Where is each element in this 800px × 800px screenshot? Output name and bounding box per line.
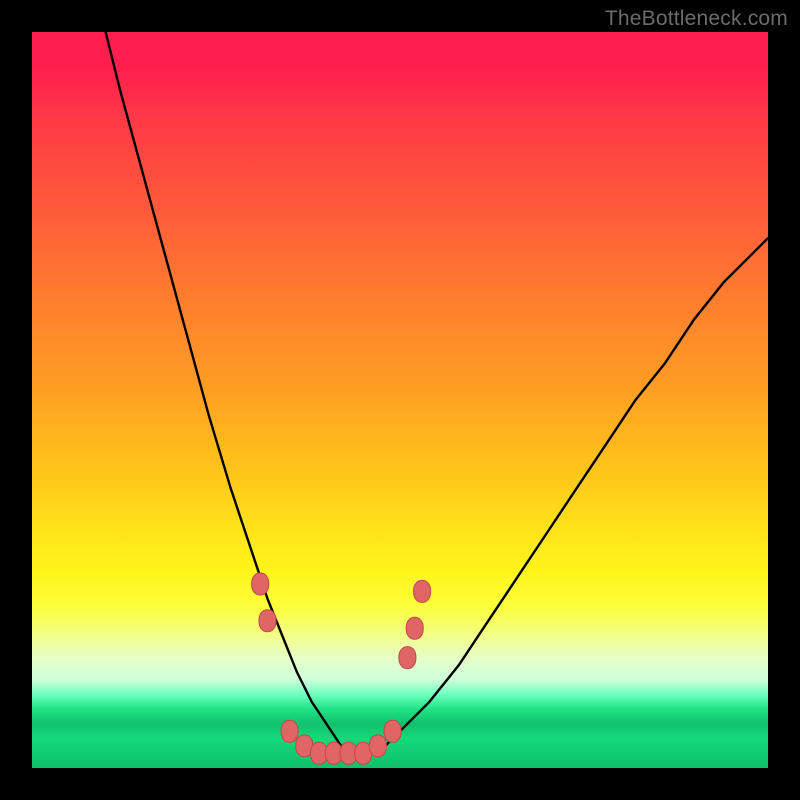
curve-marker xyxy=(384,720,401,742)
curve-marker xyxy=(252,573,269,595)
curve-marker xyxy=(399,647,416,669)
curve-marker xyxy=(369,735,386,757)
curve-marker xyxy=(406,617,423,639)
bottleneck-curve xyxy=(106,32,768,753)
outer-frame: TheBottleneck.com xyxy=(0,0,800,800)
plot-area xyxy=(32,32,768,768)
chart-overlay-svg xyxy=(32,32,768,768)
watermark-text: TheBottleneck.com xyxy=(605,7,788,31)
marker-group xyxy=(252,573,431,764)
curve-marker xyxy=(414,580,431,602)
curve-marker xyxy=(281,720,298,742)
curve-marker xyxy=(259,610,276,632)
